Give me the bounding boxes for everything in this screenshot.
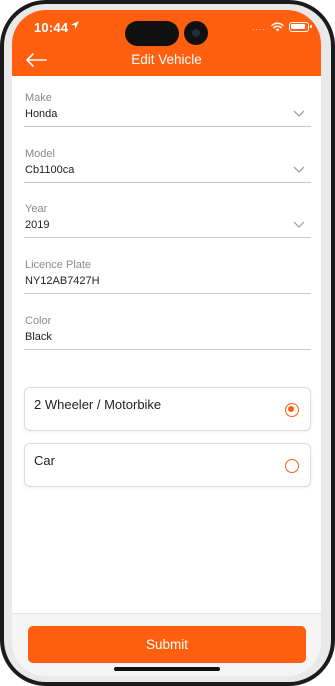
signal-icon: .... <box>251 22 266 32</box>
make-label: Make <box>25 92 52 104</box>
home-indicator[interactable] <box>114 667 220 671</box>
vehicle-type-car-option[interactable]: Car <box>24 443 311 487</box>
chevron-down-icon <box>293 221 305 228</box>
dynamic-island <box>125 21 179 46</box>
status-time: 10:44 <box>34 20 69 35</box>
front-camera <box>184 21 208 45</box>
vehicle-type-label: Car <box>34 453 55 468</box>
make-value: Honda <box>25 108 58 120</box>
color-field[interactable]: Color Black <box>24 315 311 350</box>
make-select[interactable]: Make Honda <box>24 92 311 127</box>
year-select[interactable]: Year 2019 <box>24 203 311 238</box>
model-label: Model <box>25 148 55 160</box>
wifi-icon <box>271 22 284 32</box>
year-label: Year <box>25 203 48 215</box>
chevron-down-icon <box>293 110 305 117</box>
vehicle-type-motorbike-option[interactable]: 2 Wheeler / Motorbike <box>24 387 311 431</box>
licence-plate-label: Licence Plate <box>25 259 92 271</box>
model-value: Cb1100ca <box>25 164 75 176</box>
submit-button[interactable]: Submit <box>28 626 306 663</box>
status-icons: .... <box>251 22 312 32</box>
location-arrow-icon <box>71 21 79 29</box>
chevron-down-icon <box>293 166 305 173</box>
battery-icon <box>289 22 312 32</box>
licence-plate-field[interactable]: Licence Plate NY12AB7427H <box>24 259 311 294</box>
page-title: Edit Vehicle <box>131 52 202 67</box>
year-value: 2019 <box>25 219 50 231</box>
app-header: 10:44 .... Edit Vehicle <box>12 10 321 76</box>
licence-plate-value: NY12AB7427H <box>25 275 100 287</box>
phone-frame: 10:44 .... Edit Vehicle Make Honda Model… <box>0 0 335 686</box>
radio-selected-icon[interactable] <box>285 403 299 417</box>
color-value: Black <box>25 331 52 343</box>
color-label: Color <box>25 315 52 327</box>
app-screen: 10:44 .... Edit Vehicle Make Honda Model… <box>12 10 321 676</box>
vehicle-type-label: 2 Wheeler / Motorbike <box>34 397 162 412</box>
model-select[interactable]: Model Cb1100ca <box>24 148 311 183</box>
volume-button <box>0 178 3 230</box>
mute-switch <box>0 138 3 160</box>
radio-unselected-icon[interactable] <box>285 459 299 473</box>
